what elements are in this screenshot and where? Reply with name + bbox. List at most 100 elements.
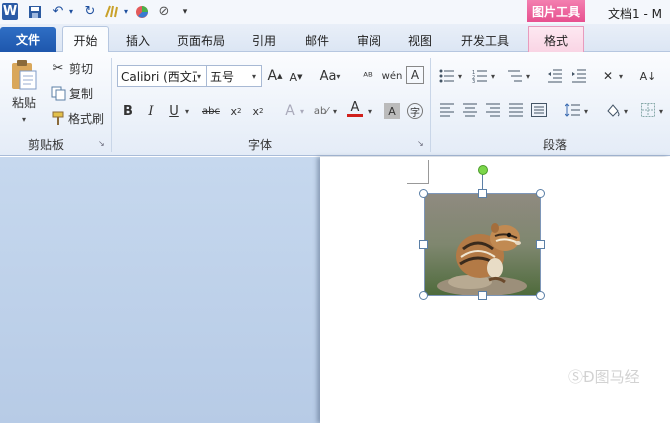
chinese-layout-dropdown-icon[interactable]: ▾ xyxy=(619,72,623,81)
character-border-icon[interactable]: A xyxy=(406,66,424,84)
font-name-dropdown-icon[interactable]: ▾ xyxy=(197,72,201,81)
separator xyxy=(111,58,112,152)
resize-handle-bottom-right[interactable] xyxy=(536,291,545,300)
svg-text:3: 3 xyxy=(472,79,475,83)
text-effects-icon[interactable]: A xyxy=(280,101,300,121)
align-left-icon[interactable] xyxy=(437,100,457,120)
align-right-icon[interactable] xyxy=(483,100,503,120)
resize-handle-top[interactable] xyxy=(478,189,487,198)
font-group-label: 字体 xyxy=(247,138,272,152)
save-icon[interactable] xyxy=(26,3,44,20)
borders-icon[interactable] xyxy=(638,100,658,120)
bullets-icon[interactable] xyxy=(437,66,457,86)
decrease-indent-icon[interactable] xyxy=(545,66,565,86)
margin-corner-mark xyxy=(407,160,429,184)
tab-developer[interactable]: 开发工具 xyxy=(452,28,518,52)
numbering-dropdown-icon[interactable]: ▾ xyxy=(491,72,495,81)
distributed-icon[interactable] xyxy=(529,100,549,120)
shading-icon[interactable] xyxy=(603,100,623,120)
font-size-value: 五号 xyxy=(210,69,235,84)
document-title: 文档1 - M xyxy=(608,7,662,21)
font-name-combo[interactable]: Calibri (西文正 ▾ xyxy=(117,65,207,87)
chipmunk-image xyxy=(425,194,540,296)
font-color-dropdown-icon[interactable]: ▾ xyxy=(368,107,372,116)
underline-dropdown-icon[interactable]: ▾ xyxy=(185,107,189,116)
tab-format[interactable]: 格式 xyxy=(528,26,584,53)
clear-formatting-icon[interactable]: ᴬᴮ xyxy=(358,66,378,86)
tab-page-layout[interactable]: 页面布局 xyxy=(170,28,232,52)
format-painter-button[interactable]: 格式刷 xyxy=(66,110,106,126)
separator xyxy=(430,58,431,152)
highlight-icon[interactable]: ab⁄ xyxy=(310,101,332,121)
picture-tools-context-label: 图片工具 xyxy=(527,0,585,22)
tab-mailings[interactable]: 邮件 xyxy=(295,28,339,52)
tab-review[interactable]: 审阅 xyxy=(347,28,391,52)
justify-icon[interactable] xyxy=(506,100,526,120)
rotation-handle[interactable] xyxy=(478,165,488,175)
strikethrough-icon[interactable]: abc xyxy=(200,101,222,121)
customize-qat-icon[interactable]: ▾ xyxy=(180,3,190,20)
resize-handle-left[interactable] xyxy=(419,240,428,249)
italic-icon[interactable]: I xyxy=(141,101,161,121)
bold-icon[interactable]: B xyxy=(118,101,138,121)
change-case-icon[interactable]: Aa ▾ xyxy=(317,66,343,86)
font-size-combo[interactable]: 五号 ▾ xyxy=(206,65,262,87)
resize-handle-top-right[interactable] xyxy=(536,189,545,198)
text-effects-dropdown-icon[interactable]: ▾ xyxy=(300,107,304,116)
resize-handle-right[interactable] xyxy=(536,240,545,249)
underline-icon[interactable]: U xyxy=(164,101,184,121)
paste-dropdown-icon[interactable]: ▾ xyxy=(18,114,30,124)
enclosed-character-icon[interactable]: 字 xyxy=(407,103,423,119)
undo-icon[interactable]: ↶ xyxy=(50,3,66,20)
subscript-icon[interactable]: x2 xyxy=(226,101,246,121)
resize-handle-bottom-left[interactable] xyxy=(419,291,428,300)
paste-button[interactable]: 粘贴 xyxy=(6,94,42,110)
highlight-dropdown-icon[interactable]: ▾ xyxy=(333,107,337,116)
font-name-value: Calibri (西文正 xyxy=(121,69,197,84)
font-launcher-icon[interactable]: ↘ xyxy=(417,139,424,148)
font-color-icon[interactable]: A xyxy=(345,99,365,119)
grow-font-icon[interactable]: A ▲ xyxy=(265,66,285,86)
resize-handle-top-left[interactable] xyxy=(419,189,428,198)
tab-home[interactable]: 开始 xyxy=(62,26,109,53)
resize-handle-bottom[interactable] xyxy=(478,291,487,300)
multilevel-list-icon[interactable] xyxy=(505,66,525,86)
align-center-icon[interactable] xyxy=(460,100,480,120)
scissors-icon[interactable]: ✂ xyxy=(48,58,68,78)
tab-insert[interactable]: 插入 xyxy=(116,28,160,52)
bullets-dropdown-icon[interactable]: ▾ xyxy=(458,72,462,81)
draw-icon[interactable]: ⊘ xyxy=(155,3,173,20)
format-painter-icon[interactable] xyxy=(48,108,68,128)
character-shading-icon[interactable]: A xyxy=(384,103,400,119)
undo-dropdown-icon[interactable]: ▾ xyxy=(67,3,75,20)
increase-indent-icon[interactable] xyxy=(569,66,589,86)
brush-dropdown-icon[interactable]: ▾ xyxy=(122,3,130,20)
copy-icon[interactable] xyxy=(48,83,68,103)
brush-icon[interactable] xyxy=(102,3,122,20)
selected-picture[interactable] xyxy=(424,193,541,296)
shrink-font-icon[interactable]: A ▼ xyxy=(286,67,306,87)
clipboard-launcher-icon[interactable]: ↘ xyxy=(98,139,105,148)
phonetic-guide-icon[interactable]: wén xyxy=(382,66,403,86)
color-wheel-icon[interactable] xyxy=(134,3,150,20)
copy-button[interactable]: 复制 xyxy=(66,85,96,101)
line-spacing-dropdown-icon[interactable]: ▾ xyxy=(584,107,588,116)
line-spacing-icon[interactable] xyxy=(563,100,583,120)
rotation-handle-stem xyxy=(482,173,483,189)
redo-icon[interactable]: ↻ xyxy=(82,3,98,20)
sort-icon[interactable]: A↓ xyxy=(638,66,658,86)
paragraph-group-label: 段落 xyxy=(542,138,567,152)
paste-icon[interactable] xyxy=(8,58,40,92)
cut-button[interactable]: 剪切 xyxy=(66,60,96,76)
multilevel-dropdown-icon[interactable]: ▾ xyxy=(526,72,530,81)
shading-dropdown-icon[interactable]: ▾ xyxy=(624,107,628,116)
tab-references[interactable]: 引用 xyxy=(242,28,286,52)
tab-view[interactable]: 视图 xyxy=(398,28,442,52)
word-app-icon[interactable]: W xyxy=(2,3,18,20)
numbering-icon[interactable]: 123 xyxy=(470,66,490,86)
font-size-dropdown-icon[interactable]: ▾ xyxy=(252,72,256,81)
tab-file[interactable]: 文件 xyxy=(0,27,56,52)
superscript-icon[interactable]: x2 xyxy=(248,101,268,121)
chinese-layout-icon[interactable]: ✕ xyxy=(598,66,618,86)
borders-dropdown-icon[interactable]: ▾ xyxy=(659,107,663,116)
